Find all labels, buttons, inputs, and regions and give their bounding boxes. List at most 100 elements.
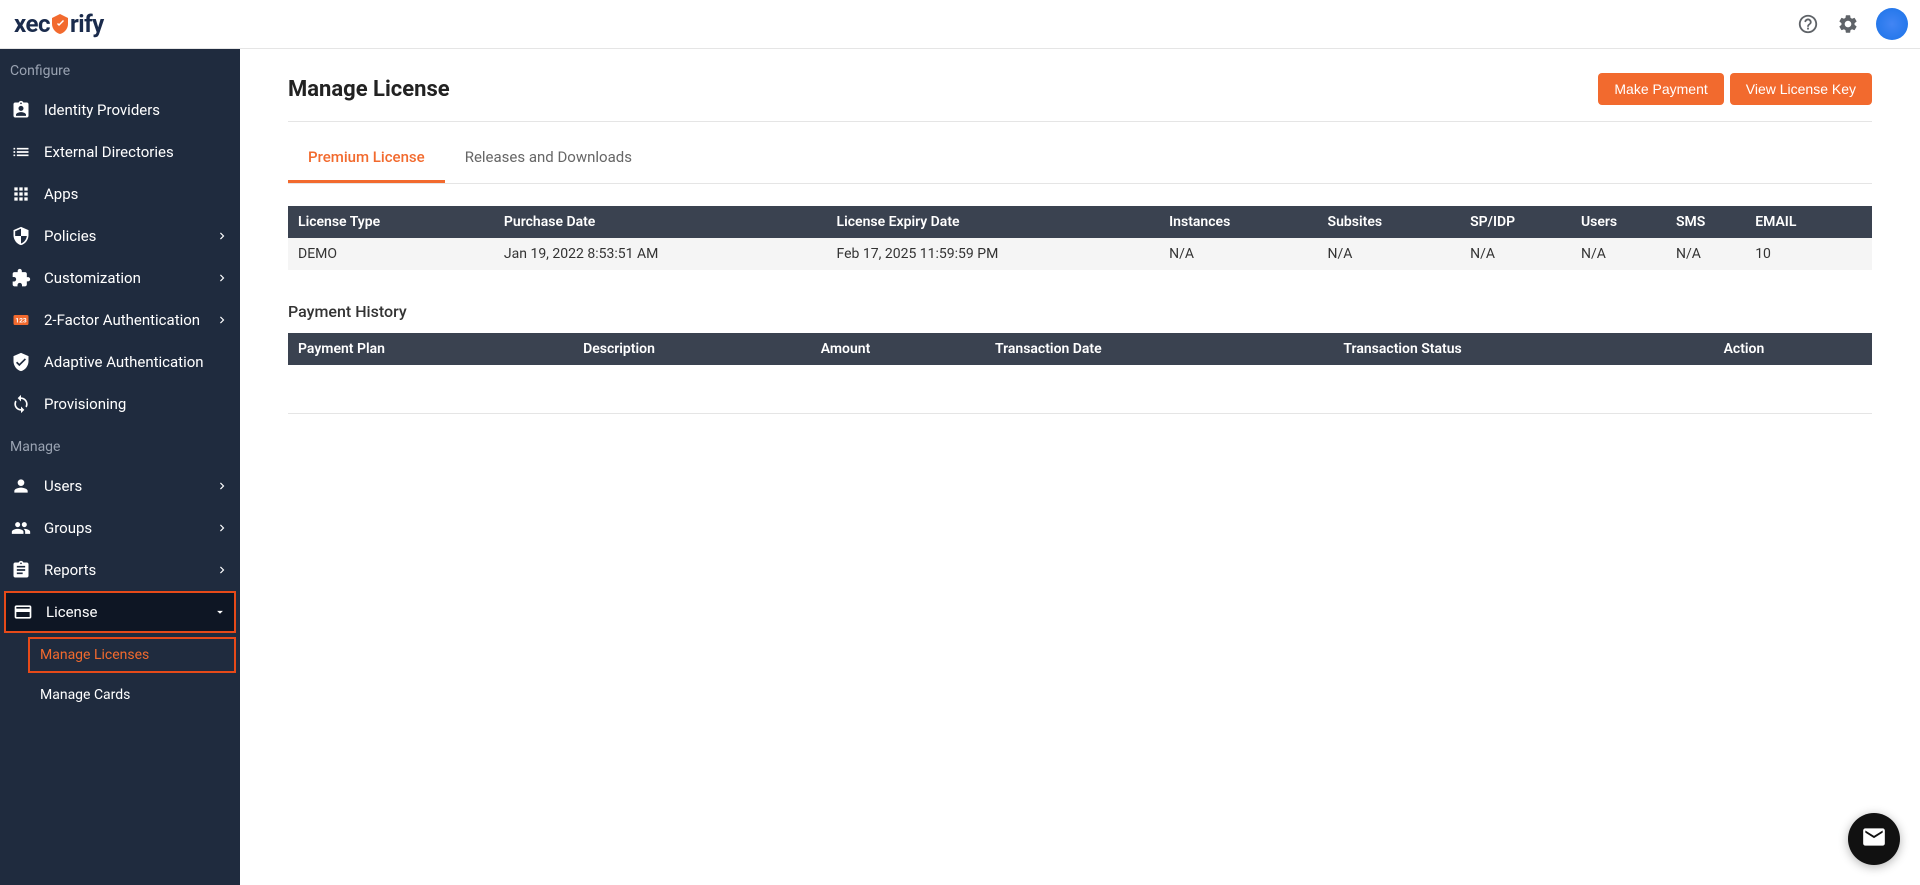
th-users: Users [1571, 206, 1666, 238]
license-icon [12, 601, 34, 623]
td-subsites: N/A [1318, 238, 1461, 270]
payment-history-title: Payment History [288, 302, 1872, 321]
adaptive-auth-icon [10, 351, 32, 373]
two-factor-icon: 123 [10, 309, 32, 331]
th-sms: SMS [1666, 206, 1745, 238]
sidebar-item-label: Adaptive Authentication [44, 353, 230, 371]
page-actions: Make Payment View License Key [1598, 73, 1872, 105]
page-title: Manage License [288, 77, 450, 102]
sidebar-item-policies[interactable]: Policies [0, 215, 240, 257]
logo-icon: xec rify [14, 10, 104, 38]
td-sp-idp: N/A [1460, 238, 1571, 270]
sidebar-item-customization[interactable]: Customization [0, 257, 240, 299]
sidebar-item-identity-providers[interactable]: Identity Providers [0, 89, 240, 131]
sidebar-item-adaptive-auth[interactable]: Adaptive Authentication [0, 341, 240, 383]
sidebar-item-label: Provisioning [44, 395, 230, 413]
sidebar-item-label: Identity Providers [44, 101, 230, 119]
th-subsites: Subsites [1318, 206, 1461, 238]
chevron-down-icon [212, 604, 228, 620]
sidebar-item-external-directories[interactable]: External Directories [0, 131, 240, 173]
sidebar-item-label: External Directories [44, 143, 230, 161]
th-instances: Instances [1159, 206, 1317, 238]
sidebar: Configure Identity Providers External Di… [0, 49, 240, 885]
th-email: EMAIL [1745, 206, 1872, 238]
th-action: Action [1714, 333, 1872, 365]
main-content: Manage License Make Payment View License… [240, 49, 1920, 885]
th-license-expiry: License Expiry Date [827, 206, 1160, 238]
header-actions [1796, 8, 1908, 40]
payment-table-wrapper: Payment Plan Description Amount Transact… [288, 333, 1872, 365]
chevron-right-icon [214, 312, 230, 328]
provisioning-icon [10, 393, 32, 415]
td-sms: N/A [1666, 238, 1745, 270]
th-sp-idp: SP/IDP [1460, 206, 1571, 238]
th-payment-plan: Payment Plan [288, 333, 573, 365]
sidebar-item-label: Customization [44, 269, 202, 287]
th-description: Description [573, 333, 811, 365]
td-license-expiry: Feb 17, 2025 11:59:59 PM [827, 238, 1160, 270]
license-table-wrapper: License Type Purchase Date License Expir… [288, 206, 1872, 270]
sidebar-item-label: 2-Factor Authentication [44, 311, 202, 329]
td-instances: N/A [1159, 238, 1317, 270]
sidebar-section-configure: Configure [0, 49, 240, 89]
sidebar-item-label: Policies [44, 227, 202, 245]
sidebar-item-provisioning[interactable]: Provisioning [0, 383, 240, 425]
content-divider [288, 413, 1872, 414]
sidebar-item-two-factor[interactable]: 123 2-Factor Authentication [0, 299, 240, 341]
chevron-right-icon [214, 562, 230, 578]
license-table: License Type Purchase Date License Expir… [288, 206, 1872, 270]
external-directories-icon [10, 141, 32, 163]
identity-providers-icon [10, 99, 32, 121]
th-transaction-status: Transaction Status [1333, 333, 1713, 365]
app-header: xec rify [0, 0, 1920, 49]
apps-icon [10, 183, 32, 205]
table-header-row: License Type Purchase Date License Expir… [288, 206, 1872, 238]
sidebar-item-license[interactable]: License [4, 591, 236, 633]
th-transaction-date: Transaction Date [985, 333, 1333, 365]
sidebar-item-groups[interactable]: Groups [0, 507, 240, 549]
view-license-key-button[interactable]: View License Key [1730, 73, 1872, 105]
td-users: N/A [1571, 238, 1666, 270]
td-email: 10 [1745, 238, 1872, 270]
reports-icon [10, 559, 32, 581]
sidebar-item-users[interactable]: Users [0, 465, 240, 507]
page-header: Manage License Make Payment View License… [288, 73, 1872, 122]
svg-text:123: 123 [15, 317, 27, 325]
groups-icon [10, 517, 32, 539]
table-row: DEMO Jan 19, 2022 8:53:51 AM Feb 17, 202… [288, 238, 1872, 270]
mail-icon [1861, 824, 1887, 854]
tab-premium-license[interactable]: Premium License [288, 134, 445, 183]
th-amount: Amount [811, 333, 985, 365]
sidebar-item-label: Groups [44, 519, 202, 537]
help-icon[interactable] [1796, 12, 1820, 36]
sidebar-item-label: Apps [44, 185, 230, 203]
chevron-right-icon [214, 478, 230, 494]
sidebar-item-reports[interactable]: Reports [0, 549, 240, 591]
main-container: Configure Identity Providers External Di… [0, 49, 1920, 885]
payment-history-table: Payment Plan Description Amount Transact… [288, 333, 1872, 365]
users-icon [10, 475, 32, 497]
settings-icon[interactable] [1836, 12, 1860, 36]
logo-text-post: rify [70, 10, 104, 38]
sidebar-item-label: Reports [44, 561, 202, 579]
chevron-right-icon [214, 228, 230, 244]
sidebar-subitem-manage-licenses[interactable]: Manage Licenses [28, 637, 236, 673]
user-avatar[interactable] [1876, 8, 1908, 40]
table-header-row: Payment Plan Description Amount Transact… [288, 333, 1872, 365]
tab-releases-downloads[interactable]: Releases and Downloads [445, 134, 652, 183]
logo-text-pre: xec [14, 10, 50, 38]
sidebar-section-manage: Manage [0, 425, 240, 465]
th-license-type: License Type [288, 206, 494, 238]
sidebar-item-label: License [46, 603, 200, 621]
td-purchase-date: Jan 19, 2022 8:53:51 AM [494, 238, 827, 270]
make-payment-button[interactable]: Make Payment [1598, 73, 1723, 105]
chevron-right-icon [214, 270, 230, 286]
tabs: Premium License Releases and Downloads [288, 134, 1872, 184]
sidebar-item-label: Users [44, 477, 202, 495]
policies-icon [10, 225, 32, 247]
logo[interactable]: xec rify [14, 10, 104, 38]
chat-button[interactable] [1848, 813, 1900, 865]
sidebar-subitem-manage-cards[interactable]: Manage Cards [0, 677, 240, 713]
sidebar-item-apps[interactable]: Apps [0, 173, 240, 215]
chevron-right-icon [214, 520, 230, 536]
